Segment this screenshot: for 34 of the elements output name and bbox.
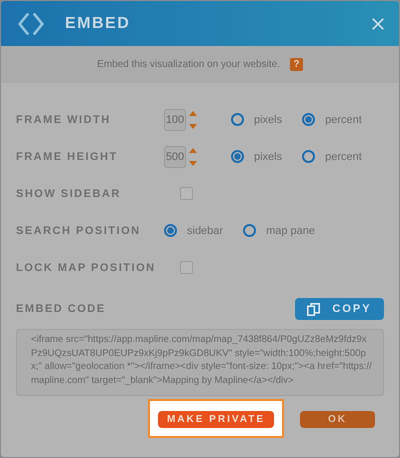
code-brackets-icon xyxy=(17,12,45,36)
radio-button[interactable] xyxy=(164,224,177,237)
radio-button[interactable] xyxy=(231,150,244,163)
dialog-title: EMBED xyxy=(65,14,132,32)
setting-label: FRAME WIDTH xyxy=(16,114,112,126)
embed-code-label: EMBED CODE xyxy=(16,303,107,315)
radio-button[interactable] xyxy=(302,113,316,126)
setting-label: LOCK MAP POSITION xyxy=(16,262,157,274)
stepper-arrows-icon[interactable] xyxy=(189,146,197,166)
checkbox[interactable] xyxy=(180,187,193,200)
copy-button[interactable]: COPY xyxy=(295,298,384,320)
option-label: percent xyxy=(325,114,362,126)
stepper-arrows-icon[interactable] xyxy=(189,110,197,130)
radio-button[interactable] xyxy=(243,224,256,237)
option-label: map pane xyxy=(266,224,316,236)
copy-icon xyxy=(307,302,320,316)
subtitle-text: Embed this visualization on your website. xyxy=(97,59,280,70)
number-field[interactable]: 100 xyxy=(164,108,186,130)
make-private-button[interactable]: MAKE PRIVATE xyxy=(158,411,274,428)
option-label: pixels xyxy=(254,150,282,162)
setting-label: FRAME HEIGHT xyxy=(16,150,119,162)
setting-label: SEARCH POSITION xyxy=(16,224,142,236)
ok-button[interactable]: OK xyxy=(300,411,375,428)
option-label: pixels xyxy=(254,114,282,126)
option-label: percent xyxy=(325,150,362,162)
number-field[interactable]: 500 xyxy=(164,146,186,168)
close-icon[interactable] xyxy=(371,16,385,30)
embed-code-field[interactable]: <iframe src="https://app.mapline.com/map/map_7438f864/P0gUZz8eMz9fdz9xPz9UQzsUAT8UP0EUPz9xKj9pPz9kGD8UKV" style="width:100%;height:500px;" allow="geolocation *"></iframe><div style="font-size: 10px;"><a href="https://mapline.com" target="_blank">Mapping by Mapline</a></div> xyxy=(16,329,384,396)
setting-label: SHOW SIDEBAR xyxy=(16,188,122,200)
checkbox[interactable] xyxy=(180,261,193,274)
radio-button[interactable] xyxy=(302,150,316,163)
option-label: sidebar xyxy=(187,224,224,236)
radio-button[interactable] xyxy=(231,113,244,126)
help-badge[interactable]: ? xyxy=(290,58,303,71)
